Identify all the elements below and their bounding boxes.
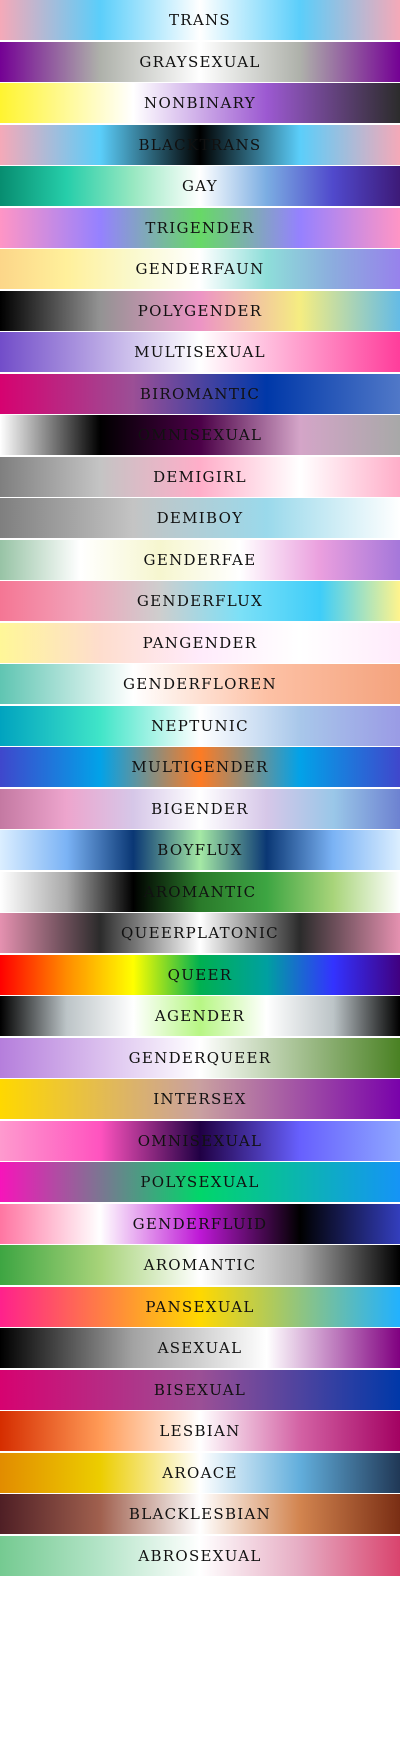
- flag-stripe-label: GRAYSEXUAL: [139, 53, 261, 71]
- flag-stripe-label: TRIGENDER: [145, 219, 255, 237]
- flag-stripe-graysexual: GRAYSEXUAL: [0, 42, 400, 82]
- flag-stripe-genderfaun: GENDERFAUN: [0, 249, 400, 289]
- flag-stripe-bigender: BIGENDER: [0, 789, 400, 829]
- flag-stripe-label: BLACKLESBIAN: [128, 1505, 272, 1523]
- flag-stripe-label: BIROMANTIC: [139, 385, 261, 403]
- flag-stripe-label: AROMANTIC: [143, 1256, 257, 1274]
- flag-stripe-genderflux: GENDERFLUX: [0, 581, 400, 621]
- flag-stripe-label: GENDERFAE: [143, 551, 257, 569]
- flag-stripe-polygender: POLYGENDER: [0, 291, 400, 331]
- flag-stripe-genderfluid: GENDERFLUID: [0, 1204, 400, 1244]
- flag-stripe-label: QUEERPLATONIC: [121, 924, 279, 942]
- flag-stripe-pangender: PANGENDER: [0, 623, 400, 663]
- flag-stripe-label: QUEER: [167, 966, 233, 984]
- flag-stripe-boyflux: BOYFLUX: [0, 830, 400, 870]
- flag-stripe-label: LESBIAN: [159, 1422, 241, 1440]
- flag-stripe-label: GENDERFLUID: [132, 1215, 268, 1233]
- flag-stripe-label: BLACKTRANS: [138, 136, 262, 154]
- flag-stripe-label: ABROSEXUAL: [138, 1547, 262, 1565]
- flag-stripe-multigender: MULTIGENDER: [0, 747, 400, 787]
- flag-stripe-genderfae: GENDERFAE: [0, 540, 400, 580]
- flag-stripe-queer: QUEER: [0, 955, 400, 995]
- flag-stripe-label: BOYFLUX: [157, 841, 243, 859]
- flag-stripe-label: AROMANTIC: [143, 883, 257, 901]
- flag-stripe-label: AROACE: [162, 1464, 238, 1482]
- flag-stripe-label: NONBINARY: [144, 94, 256, 112]
- flag-stripe-label: POLYSEXUAL: [140, 1173, 260, 1191]
- flag-stripe-label: BISEXUAL: [153, 1381, 247, 1399]
- flag-stripe-label: PANSEXUAL: [145, 1298, 255, 1316]
- flag-stripe-label: OMNISEXUAL: [137, 426, 263, 444]
- flag-stripe-label: POLYGENDER: [137, 302, 263, 320]
- flag-stripe-label: GENDERFLOREN: [123, 675, 277, 693]
- flag-stripe-multisexual: MULTISEXUAL: [0, 332, 400, 372]
- flag-stripe-label: PANGENDER: [142, 634, 258, 652]
- flag-stripe-abrosexual: ABROSEXUAL: [0, 1536, 400, 1576]
- flag-stripe-agender: AGENDER: [0, 996, 400, 1036]
- flag-stripe-label: DEMIBOY: [156, 509, 244, 527]
- flag-stripe-label: AGENDER: [154, 1007, 246, 1025]
- flag-stripe-label: GENDERQUEER: [128, 1049, 272, 1067]
- flag-stripe-trigender: TRIGENDER: [0, 208, 400, 248]
- flag-stripe-polysexual: POLYSEXUAL: [0, 1162, 400, 1202]
- flag-stripe-label: GENDERFAUN: [135, 260, 265, 278]
- flag-stripe-blacklesbian: BLACKLESBIAN: [0, 1494, 400, 1534]
- flag-stripe-pansexual: PANSEXUAL: [0, 1287, 400, 1327]
- flag-stripe-label: INTERSEX: [153, 1090, 247, 1108]
- flag-stripe-omnisexual: OMNISEXUAL: [0, 1121, 400, 1161]
- flag-stripe-gay: GAY: [0, 166, 400, 206]
- flag-stripe-label: DEMIGIRL: [153, 468, 247, 486]
- flag-stripe-aromantic: AROMANTIC: [0, 872, 400, 912]
- flag-stripe-demiboy: DEMIBOY: [0, 498, 400, 538]
- flag-stripe-aromantic: AROMANTIC: [0, 1245, 400, 1285]
- flag-stripe-label: GENDERFLUX: [136, 592, 264, 610]
- flag-stripe-label: GAY: [181, 177, 218, 195]
- flag-stripe-blacktrans: BLACKTRANS: [0, 125, 400, 165]
- flag-stripe-trans: TRANS: [0, 0, 400, 40]
- flag-stripe-bisexual: BISEXUAL: [0, 1370, 400, 1410]
- flag-stripe-biromantic: BIROMANTIC: [0, 374, 400, 414]
- flag-stripe-label: MULTIGENDER: [131, 758, 269, 776]
- flag-stripe-demigirl: DEMIGIRL: [0, 457, 400, 497]
- flag-stripe-omnisexual: OMNISEXUAL: [0, 415, 400, 455]
- flag-stripe-label: TRANS: [168, 11, 232, 29]
- flag-stripe-list: TRANS GRAYSEXUAL NONBINARY BLACKTRANS GAY TRI…: [0, 0, 400, 1742]
- flag-stripe-intersex: INTERSEX: [0, 1079, 400, 1119]
- flag-stripe-label: ASEXUAL: [157, 1339, 243, 1357]
- flag-stripe-nonbinary: NONBINARY: [0, 83, 400, 123]
- flag-stripe-label: OMNISEXUAL: [137, 1132, 263, 1150]
- flag-stripe-label: MULTISEXUAL: [134, 343, 266, 361]
- flag-stripe-queerplatonic: QUEERPLATONIC: [0, 913, 400, 953]
- flag-stripe-lesbian: LESBIAN: [0, 1411, 400, 1451]
- flag-stripe-label: NEPTUNIC: [151, 717, 249, 735]
- flag-stripe-genderfloren: GENDERFLOREN: [0, 664, 400, 704]
- flag-stripe-neptunic: NEPTUNIC: [0, 706, 400, 746]
- flag-stripe-genderqueer: GENDERQUEER: [0, 1038, 400, 1078]
- flag-stripe-asexual: ASEXUAL: [0, 1328, 400, 1368]
- flag-stripe-label: BIGENDER: [151, 800, 249, 818]
- flag-stripe-aroace: AROACE: [0, 1453, 400, 1493]
